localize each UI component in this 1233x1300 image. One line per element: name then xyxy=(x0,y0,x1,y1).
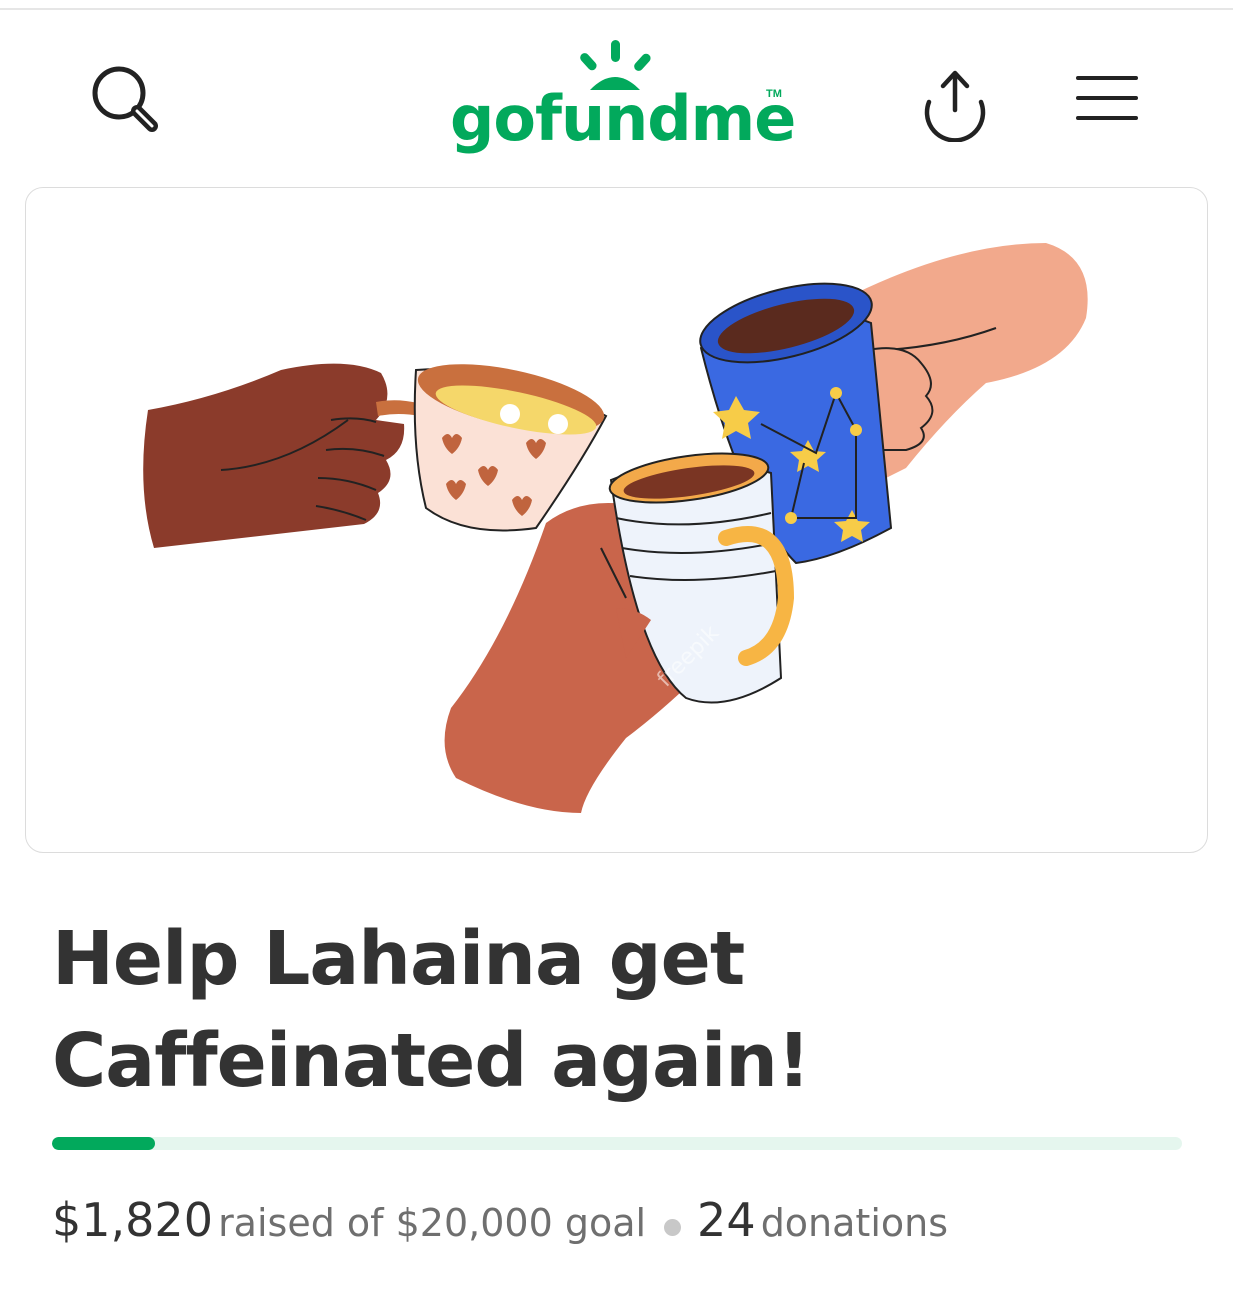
fundraising-stats: $1,820 raised of $20,000 goal 24 donation… xyxy=(52,1190,948,1261)
coffee-cheers-illustration: freepik xyxy=(143,243,1088,813)
share-button[interactable] xyxy=(915,62,995,143)
progress-bar-fill xyxy=(52,1137,155,1150)
dark-hand xyxy=(143,363,405,548)
gofundme-logo[interactable]: gofundme TM xyxy=(440,38,800,168)
donations-count: 24 xyxy=(697,1193,756,1247)
raised-amount: $1,820 xyxy=(52,1193,213,1247)
raised-goal-label: raised of $20,000 goal xyxy=(218,1201,647,1245)
donations-label: donations xyxy=(760,1201,949,1245)
separator-dot xyxy=(664,1219,682,1236)
fundraising-progress-bar xyxy=(52,1137,1182,1150)
logo-wordmark: gofundme xyxy=(450,82,796,155)
logo-trademark: TM xyxy=(766,88,782,100)
heart-cup xyxy=(376,364,608,532)
hamburger-menu-icon xyxy=(1076,76,1138,120)
campaign-hero-image[interactable]: freepik xyxy=(25,187,1208,853)
search-button[interactable] xyxy=(86,60,166,140)
campaign-title: Help Lahaina get Caffeinated again! xyxy=(52,916,811,1104)
site-header: gofundme TM xyxy=(0,10,1233,180)
share-upload-icon xyxy=(924,70,986,143)
menu-button[interactable] xyxy=(1068,68,1148,138)
search-icon xyxy=(92,66,158,132)
